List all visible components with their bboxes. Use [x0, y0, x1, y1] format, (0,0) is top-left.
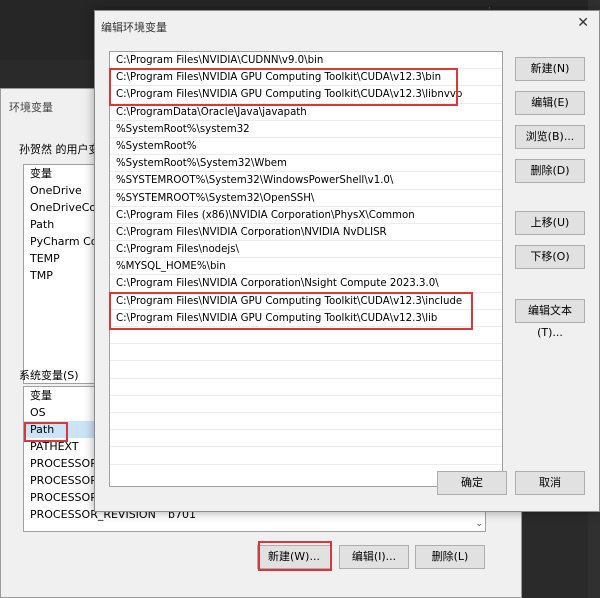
path-item[interactable]: %MYSQL_HOME%\bin: [110, 258, 502, 276]
empty-row: [110, 447, 502, 465]
edit-path-button[interactable]: 编辑(E): [515, 91, 585, 115]
path-item[interactable]: C:\Program Files\NVIDIA GPU Computing To…: [110, 69, 502, 87]
move-up-button[interactable]: 上移(U): [515, 211, 585, 235]
empty-row: [110, 327, 502, 345]
path-item[interactable]: %SYSTEMROOT%\System32\WindowsPowerShell\…: [110, 172, 502, 190]
path-item[interactable]: C:\Program Files\nodejs\: [110, 241, 502, 259]
path-item[interactable]: %SYSTEMROOT%\System32\OpenSSH\: [110, 190, 502, 207]
empty-row: [110, 396, 502, 413]
path-item[interactable]: C:\Program Files\NVIDIA\CUDNN\v9.0\bin: [110, 52, 502, 70]
path-item[interactable]: C:\Program Files\NVIDIA GPU Computing To…: [110, 293, 502, 310]
move-down-button[interactable]: 下移(O): [515, 245, 585, 269]
empty-row: [110, 413, 502, 431]
window-title: 环境变量: [9, 101, 53, 114]
cancel-button[interactable]: 取消: [515, 471, 585, 495]
chevron-down-icon[interactable]: ⌄: [475, 519, 483, 529]
ok-button[interactable]: 确定: [437, 471, 507, 495]
empty-row: [110, 430, 502, 448]
var-name: PATHEXT: [30, 440, 79, 453]
edit-environment-variable-dialog: 编辑环境变量 ✕ C:\Program Files\NVIDIA\CUDNN\v…: [94, 10, 600, 512]
empty-row: [110, 379, 502, 396]
var-name: OS: [30, 406, 46, 419]
path-list[interactable]: C:\Program Files\NVIDIA\CUDNN\v9.0\bin C…: [109, 51, 503, 487]
empty-row: [110, 361, 502, 379]
path-item[interactable]: C:\Program Files\NVIDIA Corporation\Nsig…: [110, 275, 502, 293]
path-item[interactable]: %SystemRoot%\System32\Wbem: [110, 155, 502, 173]
delete-system-var-button[interactable]: 删除(L): [415, 545, 485, 569]
edit-system-var-button[interactable]: 编辑(I)...: [339, 545, 409, 569]
path-item[interactable]: C:\ProgramData\Oracle\Java\javapath: [110, 104, 502, 121]
new-path-button[interactable]: 新建(N): [515, 57, 585, 81]
browse-button[interactable]: 浏览(B)...: [515, 125, 585, 149]
path-item[interactable]: C:\Program Files (x86)\NVIDIA Corporatio…: [110, 207, 502, 224]
path-item[interactable]: C:\Program Files\NVIDIA GPU Computing To…: [110, 86, 502, 104]
path-item[interactable]: C:\Program Files\NVIDIA GPU Computing To…: [110, 310, 502, 327]
path-item[interactable]: %SystemRoot%\system32: [110, 121, 502, 138]
new-system-var-button[interactable]: 新建(W)...: [257, 545, 331, 569]
path-item[interactable]: %SystemRoot%: [110, 138, 502, 156]
delete-path-button[interactable]: 删除(D): [515, 159, 585, 183]
empty-row: [110, 344, 502, 362]
edit-text-button[interactable]: 编辑文本(T)...: [515, 299, 585, 339]
column-name: 变量: [30, 389, 52, 402]
system-vars-label: 系统变量(S): [19, 369, 79, 382]
var-name: Path: [30, 423, 55, 436]
path-item[interactable]: C:\Program Files\NVIDIA Corporation\NVID…: [110, 224, 502, 242]
close-icon[interactable]: ✕: [577, 15, 589, 31]
dialog-title: 编辑环境变量: [101, 21, 167, 34]
